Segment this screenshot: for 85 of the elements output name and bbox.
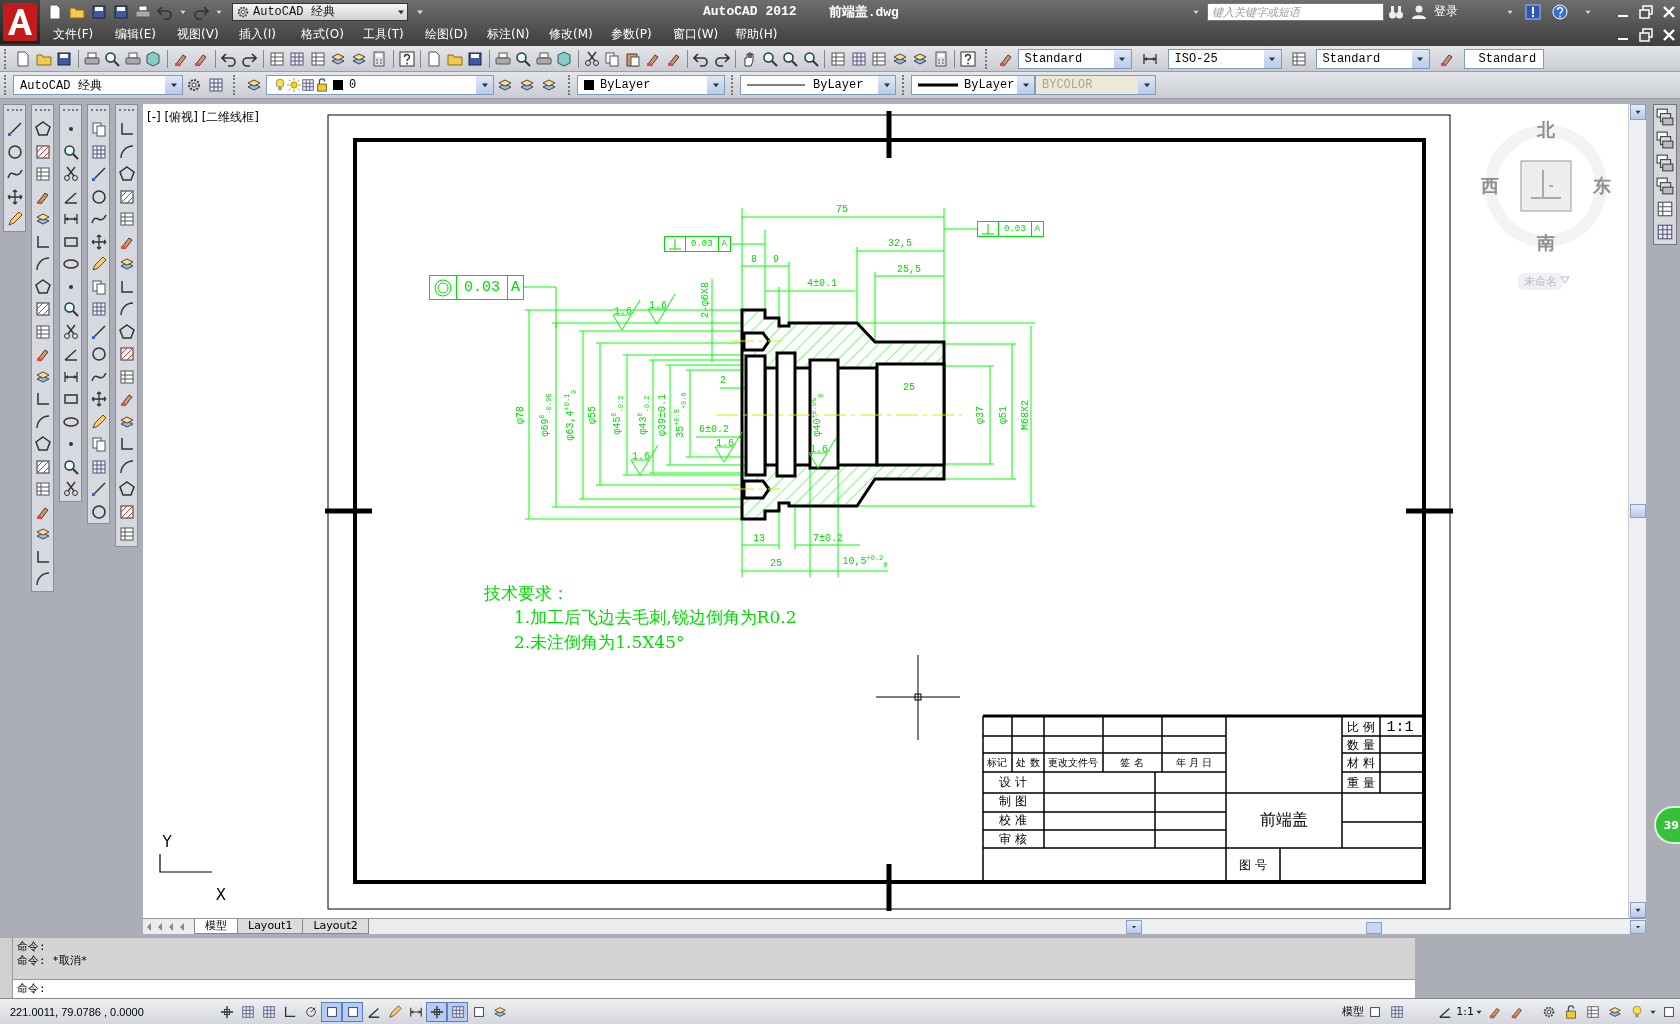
layout-tab[interactable]: 模型 bbox=[194, 919, 238, 934]
menu-item[interactable]: 插入(I) bbox=[239, 26, 301, 43]
dimension-text: 25,5 bbox=[897, 265, 921, 275]
menu-item[interactable]: 窗口(W) bbox=[673, 26, 735, 43]
dimension-style-dropdown[interactable]: ISO-25 bbox=[1167, 48, 1282, 69]
dimension-text: 2 bbox=[720, 376, 726, 386]
linetype-dropdown[interactable]: ByLayer bbox=[740, 75, 896, 95]
menu-item[interactable]: 绘图(D) bbox=[425, 26, 487, 43]
dimension-text: 4±0.1 bbox=[807, 279, 837, 289]
table-style-dropdown[interactable]: Standard bbox=[1315, 48, 1430, 69]
tolerance-value: 0.03 bbox=[999, 222, 1032, 236]
requirement-text: 1.加工后飞边去毛刺,锐边倒角为R0.2 bbox=[514, 606, 797, 629]
layout-tab[interactable]: Layout1 bbox=[237, 919, 304, 934]
model-space-button[interactable]: 模型 bbox=[1342, 1004, 1365, 1019]
title-block-label: 数 量 bbox=[1347, 736, 1375, 754]
dimension-text: φ37 bbox=[976, 406, 986, 424]
tolerance-value: 0.03 bbox=[686, 237, 719, 251]
title-block-label: 签 名 bbox=[1120, 756, 1144, 770]
layout-tab[interactable]: Layout2 bbox=[302, 919, 369, 934]
requirements-heading: 技术要求： bbox=[484, 582, 569, 605]
menu-item[interactable]: 修改(M) bbox=[549, 26, 611, 43]
dimension-text: 25 bbox=[770, 559, 782, 569]
menu-item[interactable]: 编辑(E) bbox=[115, 26, 177, 43]
dimension-text: M68X2 bbox=[1021, 400, 1031, 430]
workspace-dropdown[interactable]: AutoCAD 经典 bbox=[13, 75, 183, 95]
command-history-line: 命令: bbox=[17, 940, 47, 954]
menu-item[interactable]: 文件(F) bbox=[53, 26, 115, 43]
dimension-text: φ51 bbox=[999, 406, 1009, 424]
dimension-text: φ78 bbox=[516, 406, 526, 424]
part-name: 前端盖 bbox=[1260, 809, 1308, 831]
roughness-value: 1.6 bbox=[632, 452, 650, 462]
dimension-text: 6±0.2 bbox=[699, 425, 729, 435]
viewport-label[interactable]: [-] [俯视] [二维线框] bbox=[147, 109, 260, 126]
dimension-text: 7±0.2 bbox=[813, 534, 843, 544]
roughness-value: 1.6 bbox=[649, 301, 667, 311]
axis-label: Y bbox=[162, 833, 172, 851]
title-block-label: 材 料 bbox=[1347, 754, 1375, 772]
requirement-text: 2.未注倒角为1.5X45° bbox=[514, 631, 685, 654]
dimension-text: φ55 bbox=[588, 406, 598, 424]
title-block-label: 处 数 bbox=[1016, 756, 1040, 770]
dimension-text: 32,5 bbox=[888, 239, 912, 249]
title-block-label: 重 量 bbox=[1347, 774, 1375, 792]
menu-item[interactable]: 参数(P) bbox=[611, 26, 673, 43]
dimension-text: 2-φ6X8 bbox=[701, 282, 711, 318]
datum-label: A bbox=[510, 278, 521, 298]
color-dropdown[interactable]: ByLayer bbox=[577, 75, 725, 95]
title-block-label: 审 核 bbox=[999, 830, 1027, 848]
window-title: 前端盖.dwg bbox=[828, 3, 899, 21]
title-block-label: 比 例 bbox=[1347, 718, 1375, 736]
command-history-line: 命令: *取消* bbox=[17, 954, 89, 968]
menu-item[interactable]: 视图(V) bbox=[177, 26, 239, 43]
dimension-text: φ39±0.1 bbox=[658, 394, 668, 436]
menu-item[interactable]: 标注(N) bbox=[487, 26, 549, 43]
multileader-style-dropdown[interactable]: Standard bbox=[1463, 48, 1544, 69]
scale-value: 1:1 bbox=[1386, 718, 1414, 736]
title-block-label: 图 号 bbox=[1239, 856, 1267, 874]
dimension-text: 9 bbox=[773, 255, 779, 265]
text-style-dropdown[interactable]: Standard bbox=[1017, 48, 1132, 69]
annotation-scale-button[interactable]: 1:1 bbox=[1456, 1005, 1474, 1018]
menu-item[interactable]: 工具(T) bbox=[363, 26, 425, 43]
datum-label: A bbox=[720, 238, 728, 251]
lineweight-dropdown[interactable]: ByLayer bbox=[911, 75, 1035, 95]
dimension-text: 8 bbox=[751, 255, 757, 265]
app-title: AutoCAD 2012 bbox=[703, 4, 797, 19]
tolerance-value: 0.03 bbox=[457, 276, 508, 299]
title-block-label: 校 准 bbox=[999, 811, 1027, 829]
dimension-text: 75 bbox=[836, 205, 848, 215]
title-block-label: 设 计 bbox=[999, 773, 1027, 791]
title-block-label: 年 月 日 bbox=[1175, 756, 1213, 770]
coordinates-readout: 221.0011, 79.0786 , 0.0000 bbox=[9, 1005, 145, 1018]
layer-dropdown[interactable]: 0 bbox=[266, 75, 494, 95]
dimension-text: 13 bbox=[753, 534, 765, 544]
roughness-value: 1.6 bbox=[716, 439, 734, 449]
menu-item[interactable]: 格式(O) bbox=[301, 26, 363, 43]
roughness-value: 1.6 bbox=[614, 307, 632, 317]
menu-item[interactable]: 帮助(H) bbox=[735, 26, 797, 43]
search-field[interactable]: 键入关键字或短语 bbox=[1207, 2, 1384, 21]
datum-label: A bbox=[1033, 223, 1041, 236]
workspace-dropdown[interactable]: AutoCAD 经典 bbox=[232, 2, 408, 21]
sign-in-link[interactable]: 登录 bbox=[1434, 3, 1458, 20]
dimension-text: 25 bbox=[903, 383, 915, 393]
axis-label: X bbox=[215, 886, 227, 904]
title-block-label: 制 图 bbox=[999, 792, 1027, 810]
title-block-label: 标记 bbox=[987, 756, 1007, 770]
title-block-label: 更改文件号 bbox=[1048, 756, 1098, 770]
